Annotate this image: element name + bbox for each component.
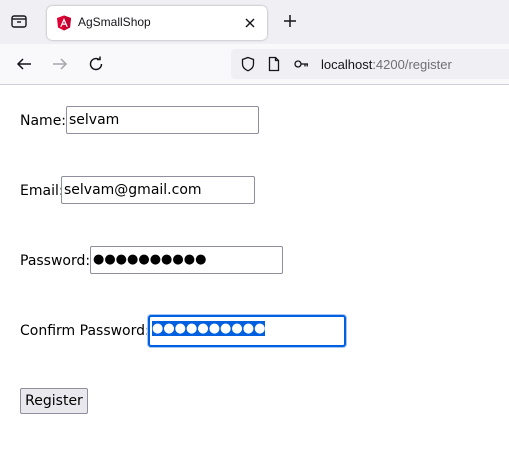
url-text: localhost:4200/register [321,57,452,72]
list-all-tabs-button[interactable] [8,10,30,32]
confirm-password-label: Confirm Password: [20,323,150,339]
url-host: localhost [321,57,373,72]
register-form: Name: selvam Email: selvam@gmail.com Pas… [0,85,509,460]
tab-bar: AgSmallShop [0,0,509,44]
new-tab-icon[interactable] [282,13,298,29]
browser-tab[interactable]: AgSmallShop [47,6,267,40]
navigation-toolbar: localhost:4200/register [0,44,509,85]
back-arrow-icon [16,58,31,70]
angular-logo-icon [57,15,71,31]
forward-button[interactable] [50,54,70,74]
confirm-password-input[interactable]: ●●●●●●●●●● [148,315,346,347]
address-bar[interactable]: localhost:4200/register [231,49,509,79]
name-label: Name: [20,113,67,129]
password-input[interactable]: ●●●●●●●●●● [90,246,283,274]
url-path: :4200/register [372,57,452,72]
selected-text: ●●●●●●●●●● [152,321,266,336]
register-button[interactable]: Register [20,388,88,414]
shield-icon[interactable] [240,56,256,72]
email-input[interactable]: selvam@gmail.com [61,176,255,204]
password-label: Password: [20,253,91,269]
key-icon[interactable] [293,56,309,72]
back-button[interactable] [14,54,34,74]
forward-arrow-icon [53,58,68,70]
tab-list-icon [11,15,27,28]
reload-button[interactable] [86,54,106,74]
tab-title: AgSmallShop [78,15,151,29]
close-tab-icon[interactable] [243,16,257,30]
page-info-icon[interactable] [266,56,282,72]
reload-icon [89,56,103,71]
email-label: Email: [20,183,64,199]
name-input[interactable]: selvam [66,106,259,134]
